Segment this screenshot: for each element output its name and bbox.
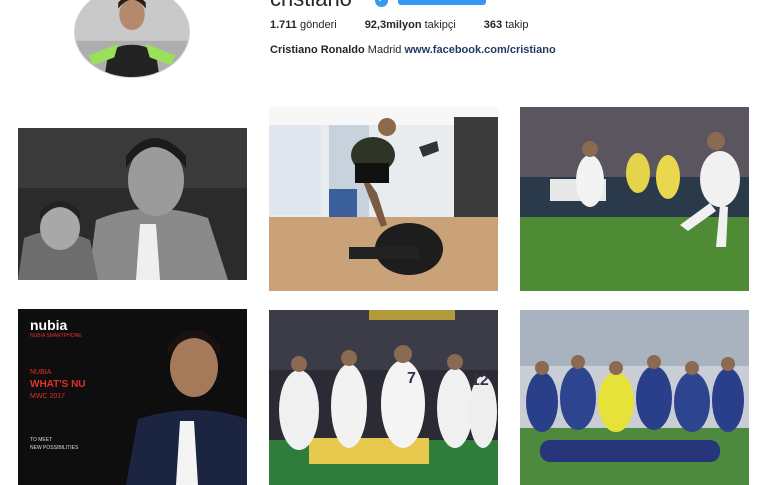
bio-link[interactable]: www.facebook.com/cristiano (404, 44, 555, 56)
jersey-number-12: 12 (471, 372, 489, 389)
nubia-subtitle: NUBIA SMARTPHONE (30, 333, 82, 339)
jersey-number-7: 7 (407, 370, 416, 387)
verified-badge-icon: ✓ (375, 0, 388, 7)
post-1[interactable] (18, 128, 247, 280)
profile-stats: 1.711 gönderi 92,3milyon takipçi 363 tak… (270, 19, 556, 31)
profile-avatar[interactable] (74, 0, 190, 78)
nubia-footer-2: NEW POSSIBILITIES (30, 445, 79, 451)
following-count-value: 363 (483, 19, 503, 31)
posts-count[interactable]: 1.711 gönderi (270, 19, 337, 31)
following-count[interactable]: 363 takip (484, 19, 529, 31)
bio-text: Madrid (367, 44, 402, 56)
posts-count-label: gönderi (299, 19, 337, 31)
nubia-footer-1: TO MEET (30, 437, 53, 443)
post-6[interactable] (520, 310, 749, 485)
nubia-event: MWC 2017 (30, 393, 66, 400)
followers-count-label: takipçi (424, 19, 456, 31)
followers-count[interactable]: 92,3milyon takipçi (365, 19, 456, 31)
posts-count-value: 1.711 (270, 19, 297, 31)
following-count-label: takip (505, 19, 529, 31)
post-2[interactable] (269, 107, 498, 291)
post-3[interactable] (520, 107, 749, 291)
username: cristiano (270, 0, 352, 12)
profile-bio: Cristiano Ronaldo Madrid www.facebook.co… (270, 44, 556, 56)
followers-count-value: 92,3milyon (364, 19, 422, 31)
post-4[interactable]: nubia NUBIA SMARTPHONE NUBIA WHAT'S NU M… (18, 309, 247, 485)
post-5[interactable]: 7 12 (269, 310, 498, 485)
follow-button[interactable] (398, 0, 486, 5)
nubia-tag: NUBIA (30, 369, 52, 376)
nubia-headline: WHAT'S NU (30, 379, 86, 390)
bio-name: Cristiano Ronaldo (270, 44, 365, 56)
nubia-logo: nubia (30, 317, 68, 333)
